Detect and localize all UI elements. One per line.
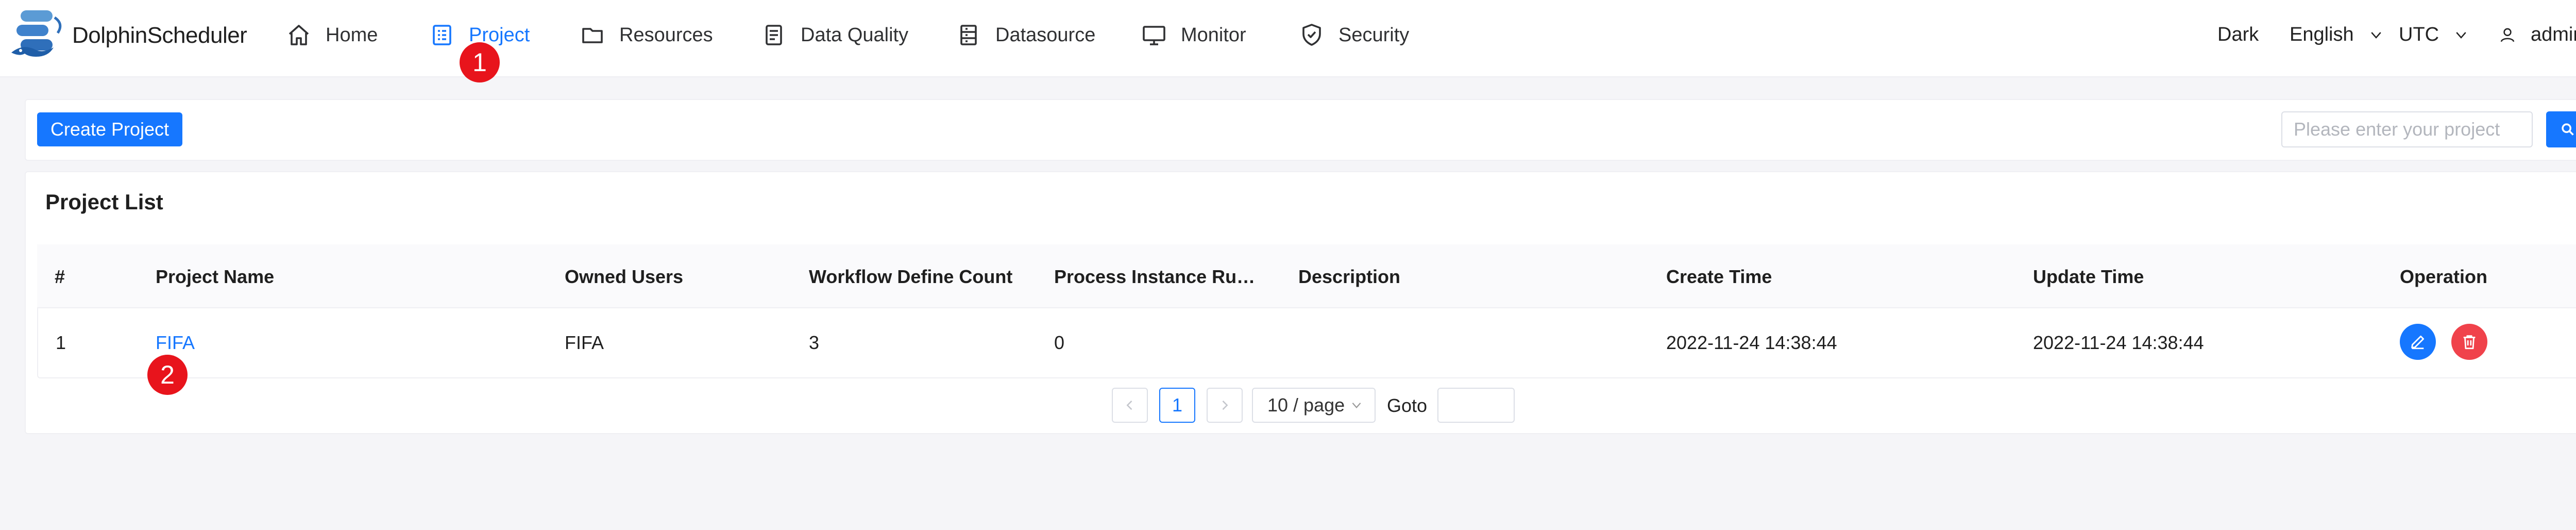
nav-datasource[interactable]: Datasource <box>956 21 1095 49</box>
page-1-button[interactable]: 1 <box>1159 388 1195 423</box>
column-header-update-time: Update Time <box>2033 266 2144 287</box>
column-header-process-instance-running: Process Instance Running Count <box>1054 266 1265 287</box>
column-header-owned-users: Owned Users <box>565 266 684 287</box>
project-list-title: Project List <box>45 190 163 214</box>
edit-project-button[interactable] <box>2400 324 2436 360</box>
nav-security-label: Security <box>1338 24 1410 46</box>
chevron-down-icon <box>2370 31 2381 39</box>
folder-icon <box>582 28 603 43</box>
project-name-link[interactable]: FIFA <box>156 332 195 354</box>
nav-monitor[interactable]: Monitor <box>1142 21 1246 49</box>
dolphinscheduler-logo <box>11 10 62 57</box>
column-header-workflow-define-count: Workflow Define Count <box>809 266 1013 287</box>
cell-owner: FIFA <box>565 332 604 353</box>
trash-icon <box>2463 335 2476 350</box>
cell-update-time: 2022-11-24 14:38:44 <box>2033 332 2204 353</box>
nav-data-quality[interactable]: Data Quality <box>761 21 908 49</box>
nav-monitor-label: Monitor <box>1181 24 1246 46</box>
column-header-create-time: Create Time <box>1666 266 1772 287</box>
column-header-description: Description <box>1298 266 1401 287</box>
language-select[interactable]: English <box>2290 24 2384 46</box>
brand-name[interactable]: DolphinScheduler <box>72 23 247 48</box>
user-icon <box>2500 28 2515 42</box>
edit-icon <box>2411 335 2425 350</box>
next-page-button[interactable] <box>1207 388 1243 423</box>
user-menu[interactable]: admin <box>2499 24 2576 46</box>
nav-home-label: Home <box>326 24 378 46</box>
search-icon <box>2562 123 2574 136</box>
theme-toggle[interactable]: Dark <box>2217 24 2259 46</box>
chevron-down-icon <box>2456 31 2466 39</box>
nav-security[interactable]: Security <box>1299 21 1409 49</box>
delete-project-button[interactable] <box>2451 324 2487 360</box>
data-quality-icon <box>766 25 782 45</box>
toolbar-card <box>25 99 2576 161</box>
project-search-input[interactable] <box>2281 111 2533 147</box>
annotation-marker-2: 2 <box>147 355 188 395</box>
goto-page-input[interactable] <box>1437 388 1515 423</box>
cell-index: 1 <box>56 332 66 353</box>
chevron-left-icon <box>1126 400 1132 410</box>
shield-icon <box>1302 24 1321 46</box>
column-header-index: # <box>55 266 65 287</box>
page-size-label: 10 / page <box>1267 394 1345 416</box>
annotation-marker-1: 1 <box>460 42 500 82</box>
chevron-down-icon <box>1352 402 1361 408</box>
nav-home[interactable]: Home <box>286 21 378 49</box>
create-project-button[interactable]: Create Project <box>37 112 182 146</box>
cell-workflow-count: 3 <box>809 332 820 353</box>
goto-label: Goto <box>1387 395 1428 416</box>
search-button[interactable] <box>2546 111 2576 147</box>
top-navbar <box>0 0 2576 77</box>
cell-running-count: 0 <box>1054 332 1065 353</box>
cell-create-time: 2022-11-24 14:38:44 <box>1666 332 1837 353</box>
language-label: English <box>2290 24 2354 45</box>
nav-datasource-label: Datasource <box>995 24 1096 46</box>
chevron-right-icon <box>1222 400 1228 410</box>
monitor-icon <box>1143 26 1165 45</box>
nav-resources-label: Resources <box>619 24 713 46</box>
nav-resources[interactable]: Resources <box>580 21 713 49</box>
project-icon <box>433 25 451 45</box>
timezone-label: UTC <box>2399 24 2439 45</box>
timezone-select[interactable]: UTC <box>2399 24 2469 46</box>
username-label: admin <box>2531 24 2576 45</box>
page-size-select[interactable]: 10 / page <box>1252 388 1376 423</box>
datasource-icon <box>960 25 977 45</box>
column-header-operation: Operation <box>2400 266 2488 287</box>
theme-label: Dark <box>2217 24 2259 45</box>
home-icon <box>289 25 309 45</box>
column-header-project-name: Project Name <box>156 266 275 287</box>
nav-data-quality-label: Data Quality <box>801 24 909 46</box>
prev-page-button[interactable] <box>1112 388 1148 423</box>
